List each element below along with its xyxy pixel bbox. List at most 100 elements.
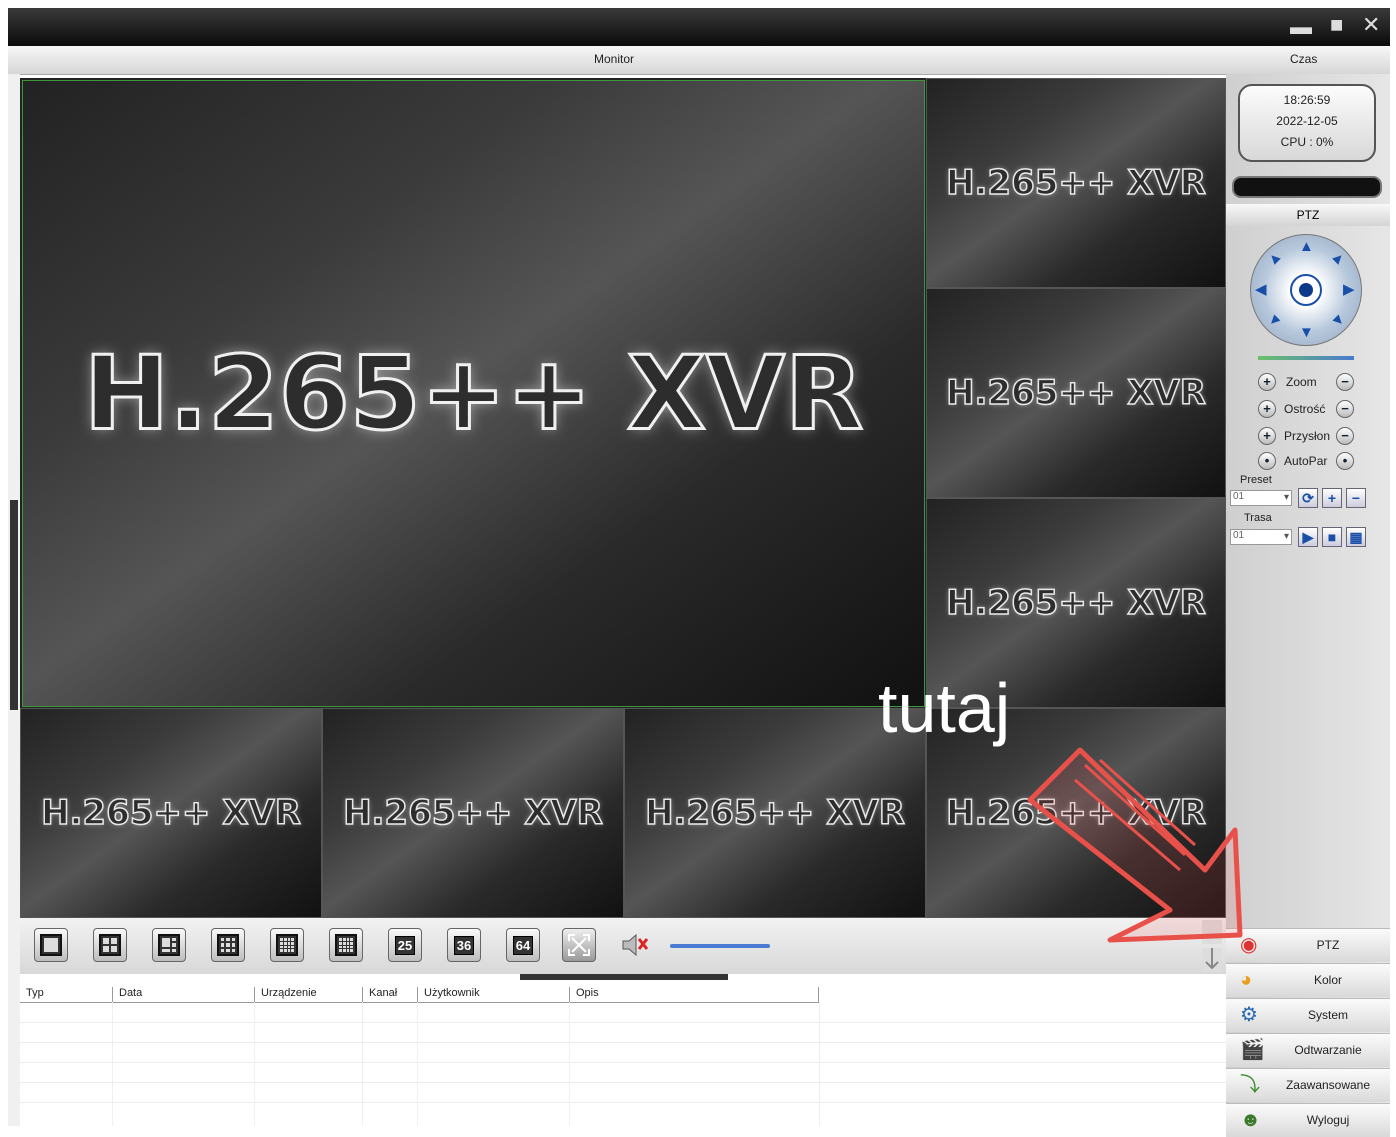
autopan-start-icon[interactable]: • bbox=[1258, 452, 1276, 470]
log-col-divider bbox=[569, 1002, 570, 1126]
log-col-divider bbox=[417, 1002, 418, 1126]
channel-6-view[interactable]: H.265++ XVR bbox=[322, 708, 624, 918]
layout-9-icon bbox=[276, 934, 298, 956]
menu-logout-label: Wyloguj bbox=[1306, 1113, 1350, 1127]
layout-16-button[interactable] bbox=[329, 928, 363, 962]
focus-minus-icon[interactable]: − bbox=[1336, 400, 1354, 418]
layout-1-icon bbox=[40, 934, 62, 956]
layout-8-button[interactable] bbox=[211, 928, 245, 962]
iris-plus-icon[interactable]: + bbox=[1258, 427, 1276, 445]
status-bar bbox=[1232, 176, 1382, 198]
arrow-right-icon[interactable]: ▶ bbox=[1343, 282, 1355, 297]
menu-system[interactable]: ⚙ System bbox=[1226, 998, 1390, 1032]
fullscreen-button[interactable] bbox=[562, 928, 596, 962]
focus-control: + Ostrość − bbox=[1256, 399, 1376, 419]
ptz-direction-pad[interactable]: ▲ ▼ ◀ ▶ ▲ ▲ ▼ ▼ bbox=[1250, 234, 1362, 346]
channel-2-view[interactable]: H.265++ XVR bbox=[926, 78, 1226, 288]
monitor-label: Monitor bbox=[594, 52, 635, 66]
col-description[interactable]: Opis bbox=[569, 987, 819, 1002]
volume-slider[interactable] bbox=[670, 944, 770, 948]
mute-button[interactable] bbox=[620, 930, 654, 960]
preset-add-icon[interactable]: + bbox=[1322, 488, 1342, 508]
menu-logout[interactable]: ☻ Wyloguj bbox=[1226, 1103, 1390, 1137]
log-col-divider bbox=[362, 1002, 363, 1126]
iris-label: Przysłon bbox=[1284, 429, 1331, 443]
playback-icon: 🎬 bbox=[1240, 1039, 1265, 1061]
system-icon: ⚙ bbox=[1240, 1004, 1258, 1026]
channel-1-view[interactable]: H.265++ XVR bbox=[22, 80, 925, 707]
col-type[interactable]: Typ bbox=[20, 987, 112, 1002]
event-log: Typ Data Urządzenie Kanał Użytkownik Opi… bbox=[20, 974, 1226, 1126]
arrow-down-icon[interactable]: ▼ bbox=[1299, 325, 1314, 340]
route-grid-icon[interactable]: ▦ bbox=[1346, 527, 1366, 547]
arrow-down-left-icon[interactable]: ▼ bbox=[1263, 309, 1286, 332]
channel-5-view[interactable]: H.265++ XVR bbox=[20, 708, 322, 918]
layout-4-button[interactable] bbox=[93, 928, 127, 962]
channel-label: H.265++ XVR bbox=[644, 792, 905, 834]
ptz-speed-slider[interactable] bbox=[1258, 356, 1354, 360]
layout-36-button[interactable]: 36 bbox=[447, 928, 481, 962]
fullscreen-icon bbox=[568, 934, 590, 956]
maximize-icon[interactable]: ■ bbox=[1330, 12, 1343, 38]
autopan-label: AutoPar bbox=[1284, 454, 1328, 468]
advanced-icon: ⤵ bbox=[1240, 1074, 1260, 1096]
col-device[interactable]: Urządzenie bbox=[254, 987, 362, 1002]
col-date[interactable]: Data bbox=[112, 987, 254, 1002]
layout-36-label: 36 bbox=[453, 935, 475, 955]
arrow-left-icon[interactable]: ◀ bbox=[1255, 282, 1267, 297]
arrow-down-right-icon[interactable]: ▼ bbox=[1327, 309, 1350, 332]
mute-icon bbox=[622, 933, 649, 957]
preset-remove-icon[interactable]: − bbox=[1346, 488, 1366, 508]
clock-time: 18:26:59 bbox=[1283, 93, 1331, 107]
col-channel[interactable]: Kanał bbox=[362, 987, 417, 1002]
menu-color[interactable]: ◕ Kolor bbox=[1226, 963, 1390, 997]
arrow-up-icon[interactable]: ▲ bbox=[1299, 239, 1314, 254]
preset-label: Preset bbox=[1240, 474, 1272, 486]
ptz-center-icon[interactable] bbox=[1290, 274, 1322, 306]
clock-box: 18:26:59 2022-12-05 CPU : 0% bbox=[1238, 84, 1376, 162]
log-collapse-handle[interactable] bbox=[520, 974, 728, 980]
route-label: Trasa bbox=[1244, 512, 1272, 524]
route-stop-icon[interactable]: ■ bbox=[1322, 527, 1342, 547]
layout-64-label: 64 bbox=[512, 935, 534, 955]
iris-control: + Przysłon − bbox=[1256, 426, 1376, 446]
layout-1-button[interactable] bbox=[34, 928, 68, 962]
preset-select[interactable]: 01 bbox=[1230, 490, 1292, 506]
layout-25-button[interactable]: 25 bbox=[388, 928, 422, 962]
arrow-up-right-icon[interactable]: ▲ bbox=[1327, 247, 1350, 270]
autopan-stop-icon[interactable]: • bbox=[1336, 452, 1354, 470]
zoom-out-icon[interactable]: − bbox=[1336, 373, 1354, 391]
log-col-divider bbox=[819, 1002, 820, 1126]
log-row bbox=[20, 1082, 1226, 1083]
iris-minus-icon[interactable]: − bbox=[1336, 427, 1354, 445]
menu-advanced-label: Zaawansowane bbox=[1285, 1078, 1371, 1092]
layout-16-icon bbox=[335, 934, 357, 956]
arrow-up-left-icon[interactable]: ▲ bbox=[1263, 247, 1286, 270]
zoom-in-icon[interactable]: + bbox=[1258, 373, 1276, 391]
col-user[interactable]: Użytkownik bbox=[417, 987, 569, 1002]
focus-plus-icon[interactable]: + bbox=[1258, 400, 1276, 418]
side-collapse-handle[interactable] bbox=[10, 500, 18, 710]
route-play-icon[interactable]: ▶ bbox=[1298, 527, 1318, 547]
channel-label: H.265++ XVR bbox=[945, 582, 1206, 624]
preset-goto-icon[interactable]: ⟳ bbox=[1298, 488, 1318, 508]
layout-64-button[interactable]: 64 bbox=[506, 928, 540, 962]
menu-advanced[interactable]: ⤵ Zaawansowane bbox=[1226, 1068, 1390, 1102]
annotation-text: tutaj bbox=[878, 669, 1011, 747]
channel-label: H.265++ XVR bbox=[945, 162, 1206, 204]
channel-3-view[interactable]: H.265++ XVR bbox=[926, 288, 1226, 498]
layout-9-button[interactable] bbox=[270, 928, 304, 962]
layout-6-icon bbox=[158, 934, 180, 956]
zoom-label: Zoom bbox=[1286, 375, 1317, 389]
color-icon: ◕ bbox=[1240, 969, 1253, 991]
log-row bbox=[20, 1022, 1226, 1023]
layout-6-button[interactable] bbox=[152, 928, 186, 962]
route-select[interactable]: 01 bbox=[1230, 529, 1292, 545]
log-row bbox=[20, 1102, 1226, 1103]
channel-label: H.265++ XVR bbox=[945, 372, 1206, 414]
menu-playback[interactable]: 🎬 Odtwarzanie bbox=[1226, 1033, 1390, 1067]
title-bar: ▬ ■ ✕ bbox=[8, 8, 1390, 46]
minimize-icon[interactable]: ▬ bbox=[1290, 14, 1312, 40]
menu-color-label: Kolor bbox=[1313, 973, 1342, 987]
close-icon[interactable]: ✕ bbox=[1362, 12, 1380, 38]
